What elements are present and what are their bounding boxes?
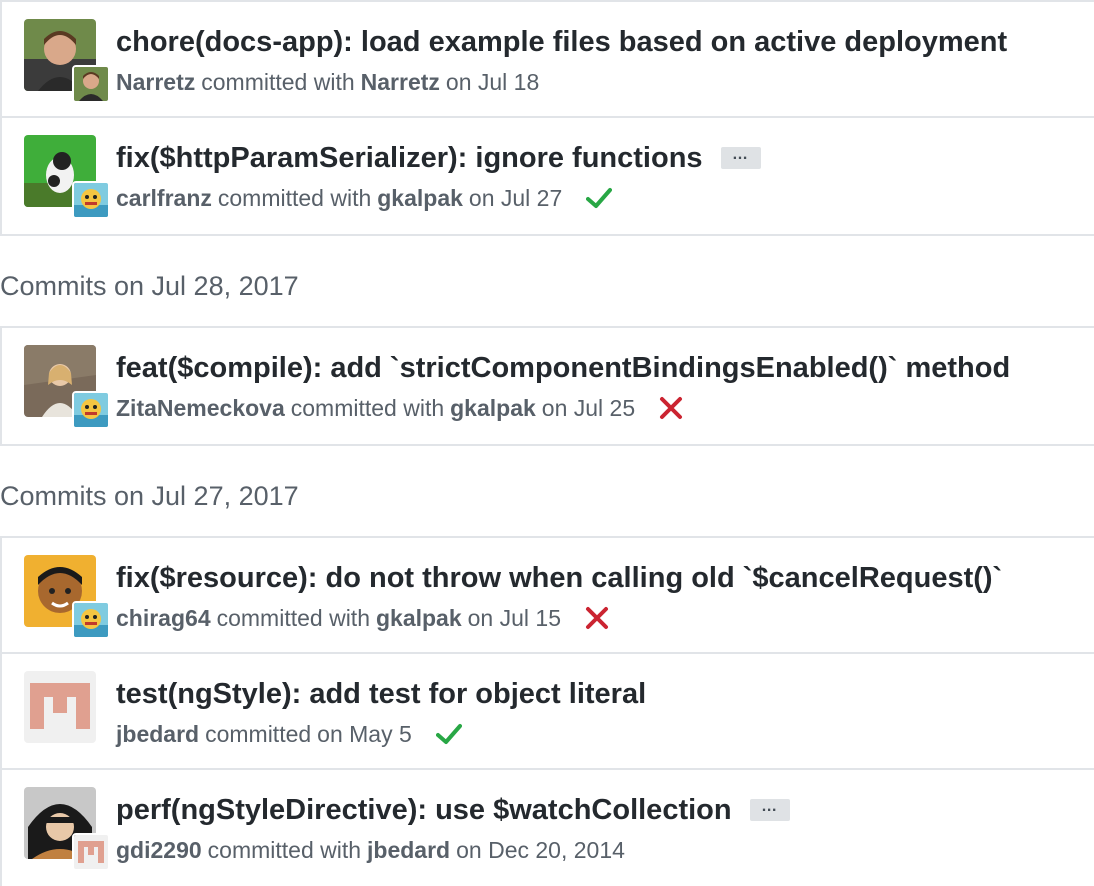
commit-title: fix($resource): do not throw when callin… (116, 558, 1002, 598)
avatar-group (24, 135, 110, 219)
commit-title: fix($httpParamSerializer): ignore functi… (116, 138, 761, 178)
committer-link[interactable]: gkalpak (376, 600, 462, 636)
commit-meta: carlfranz committed with gkalpak on Jul … (116, 180, 613, 216)
commit-row: chore(docs-app): load example files base… (2, 2, 1094, 118)
avatar-group (24, 19, 110, 103)
commit-group: fix($resource): do not throw when callin… (0, 536, 1094, 886)
commit-message-link[interactable]: test(ngStyle): add test for object liter… (116, 674, 646, 714)
commit-row: feat($compile): add `strictComponentBind… (2, 328, 1094, 444)
author-link[interactable]: jbedard (116, 716, 199, 752)
commit-group-header: Commits on Jul 28, 2017 (0, 271, 299, 301)
failure-x-icon[interactable] (585, 606, 609, 630)
author-link[interactable]: chirag64 (116, 600, 211, 636)
committed-text: committed with (217, 185, 372, 211)
commit-date: on May 5 (317, 721, 412, 747)
commit-title: chore(docs-app): load example files base… (116, 22, 1007, 62)
commit-history-page: chore(docs-app): load example files base… (0, 0, 1094, 886)
committer-avatar[interactable] (72, 833, 110, 871)
success-check-icon[interactable] (586, 186, 613, 210)
commit-row: test(ngStyle): add test for object liter… (2, 654, 1094, 770)
committer-avatar[interactable] (72, 65, 110, 103)
avatar-group (24, 345, 110, 429)
committed-text: committed with (216, 605, 370, 631)
commit-group: chore(docs-app): load example files base… (0, 0, 1094, 236)
committer-avatar[interactable] (72, 391, 110, 429)
committed-text: committed with (290, 395, 445, 421)
commit-message-link[interactable]: feat($compile): add `strictComponentBind… (116, 348, 1010, 388)
success-check-icon[interactable] (435, 722, 462, 746)
committer-link[interactable]: gkalpak (450, 390, 536, 426)
avatar-group (24, 555, 110, 639)
commit-title: perf(ngStyleDirective): use $watchCollec… (116, 790, 790, 830)
committer-link[interactable]: jbedard (367, 832, 450, 868)
author-link[interactable]: ZitaNemeckova (116, 390, 285, 426)
commit-message-link[interactable]: chore(docs-app): load example files base… (116, 22, 1007, 62)
commit-date: on Dec 20, 2014 (456, 837, 625, 863)
committer-link[interactable]: Narretz (361, 64, 440, 100)
committed-text: committed (205, 721, 312, 747)
commit-message-link[interactable]: perf(ngStyleDirective): use $watchCollec… (116, 790, 732, 830)
commit-row: fix($resource): do not throw when callin… (2, 538, 1094, 654)
committed-text: committed with (201, 69, 355, 95)
commit-group: feat($compile): add `strictComponentBind… (0, 326, 1094, 446)
commit-row: perf(ngStyleDirective): use $watchCollec… (2, 770, 1094, 886)
author-link[interactable]: gdi2290 (116, 832, 202, 868)
commit-meta: chirag64 committed with gkalpak on Jul 1… (116, 600, 609, 636)
author-link[interactable]: carlfranz (116, 180, 212, 216)
commit-meta: ZitaNemeckova committed with gkalpak on … (116, 390, 683, 426)
commit-group-header: Commits on Jul 27, 2017 (0, 481, 299, 511)
author-link[interactable]: Narretz (116, 64, 195, 100)
expand-message-button[interactable]: … (720, 147, 761, 169)
committer-link[interactable]: gkalpak (377, 180, 463, 216)
commit-date: on Jul 25 (541, 395, 636, 421)
commit-date: on Jul 18 (445, 69, 540, 95)
committer-avatar[interactable] (72, 601, 110, 639)
commit-title: test(ngStyle): add test for object liter… (116, 674, 646, 714)
committed-text: committed with (207, 837, 362, 863)
author-avatar[interactable] (24, 671, 96, 743)
commit-row: fix($httpParamSerializer): ignore functi… (2, 118, 1094, 234)
commit-meta: jbedard committed on May 5 (116, 716, 462, 752)
commit-message-link[interactable]: fix($httpParamSerializer): ignore functi… (116, 138, 703, 178)
expand-message-button[interactable]: … (749, 799, 790, 821)
avatar-group (24, 787, 110, 871)
failure-x-icon[interactable] (659, 396, 683, 420)
committer-avatar[interactable] (72, 181, 110, 219)
commit-date: on Jul 15 (467, 605, 561, 631)
commit-meta: gdi2290 committed with jbedard on Dec 20… (116, 832, 631, 868)
commit-meta: Narretz committed with Narretz on Jul 18 (116, 64, 545, 100)
avatar-group (24, 671, 108, 753)
commit-date: on Jul 27 (468, 185, 563, 211)
commit-title: feat($compile): add `strictComponentBind… (116, 348, 1010, 388)
commit-message-link[interactable]: fix($resource): do not throw when callin… (116, 558, 1002, 598)
